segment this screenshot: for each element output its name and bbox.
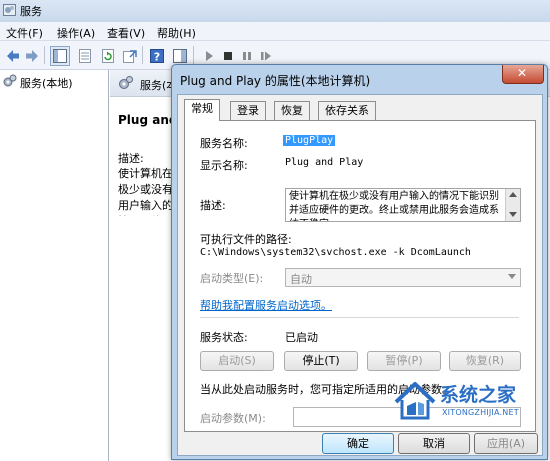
menu-action[interactable]: 操作(A) xyxy=(57,25,95,41)
description-label: 描述: xyxy=(200,199,226,212)
exe-path-label: 可执行文件的路径: xyxy=(200,233,292,246)
toolbar-separator xyxy=(193,46,194,64)
resume-button[interactable]: 恢复(R) xyxy=(449,351,521,371)
service-status-label: 服务状态: xyxy=(200,331,248,344)
services-gear-icon xyxy=(3,74,17,87)
description-text: 使计算机在极少或没有用户输入的情况下能识别并适应硬件的更改 xyxy=(118,167,173,216)
start-params-label: 启动参数(M): xyxy=(200,412,266,425)
toolbar-separator xyxy=(44,46,45,64)
title-bar: 服务 xyxy=(0,0,550,22)
exe-path-value[interactable]: C:\Windows\system32\svchost.exe -k DcomL… xyxy=(200,247,471,258)
back-button[interactable] xyxy=(3,46,23,66)
play-icon xyxy=(206,51,213,61)
watermark-name: 系统之家 xyxy=(440,384,517,406)
menu-file[interactable]: 文件(F) xyxy=(6,25,43,41)
list-icon xyxy=(79,49,91,63)
description-value: 使计算机在极少或没有用户输入的情况下能识别并适应硬件的更改。终止或禁用此服务会造… xyxy=(289,191,499,221)
action-pane-button[interactable] xyxy=(170,46,190,66)
house-logo-icon xyxy=(394,382,436,420)
tab-logon[interactable]: 登录 xyxy=(230,101,266,120)
dialog-close-button[interactable]: ✕ xyxy=(502,65,544,84)
tab-general[interactable]: 常规 xyxy=(184,99,220,121)
display-name-label: 显示名称: xyxy=(200,159,248,172)
cancel-button[interactable]: 取消 xyxy=(398,433,470,454)
startup-type-select[interactable]: 自动 xyxy=(285,268,521,287)
scroll-down-icon[interactable] xyxy=(509,212,517,217)
tab-recovery[interactable]: 恢复 xyxy=(274,101,310,120)
properties-sheet-button[interactable] xyxy=(75,46,95,66)
description-label: 描述: xyxy=(118,152,144,165)
stop-service-button[interactable] xyxy=(218,46,238,66)
dialog-title: Plug and Play 的属性(本地计算机) xyxy=(180,74,371,88)
divider xyxy=(200,317,519,318)
pause-service-button[interactable] xyxy=(237,46,257,66)
watermark: 系统之家 XITONGZHIJIA.NET xyxy=(390,378,550,428)
toolbar-separator xyxy=(142,46,143,64)
pause-button[interactable]: 暂停(P) xyxy=(367,351,441,371)
watermark-url: XITONGZHIJIA.NET xyxy=(442,408,519,417)
export-icon xyxy=(123,50,137,63)
apply-button[interactable]: 应用(A) xyxy=(474,433,538,454)
pause-icon xyxy=(243,52,251,60)
startup-type-value: 自动 xyxy=(290,273,312,286)
console-tree-icon xyxy=(53,49,67,63)
svg-text:?: ? xyxy=(154,51,160,64)
startup-type-label: 启动类型(E): xyxy=(200,272,264,285)
ok-button[interactable]: 确定 xyxy=(322,433,394,454)
service-name-label: 服务名称: xyxy=(200,137,248,150)
restart-icon xyxy=(261,51,271,61)
menu-bar: 文件(F) 操作(A) 查看(V) 帮助(H) xyxy=(0,22,550,41)
help-configure-startup-link[interactable]: 帮助我配置服务启动选项。 xyxy=(200,297,332,313)
help-button[interactable]: ? xyxy=(147,46,167,66)
display-name-value[interactable]: Plug and Play xyxy=(285,157,363,168)
close-icon: ✕ xyxy=(517,66,528,80)
stop-button[interactable]: 停止(T) xyxy=(284,351,358,371)
start-button[interactable]: 启动(S) xyxy=(200,351,274,371)
stop-icon xyxy=(224,52,232,60)
tree-item-services-local[interactable]: 服务(本地) xyxy=(20,75,73,91)
tab-dependencies[interactable]: 依存关系 xyxy=(318,101,376,120)
action-pane-icon xyxy=(173,49,187,63)
restart-service-button[interactable] xyxy=(256,46,276,66)
service-status-value: 已启动 xyxy=(285,331,318,344)
back-arrow-icon xyxy=(7,50,19,62)
menu-view[interactable]: 查看(V) xyxy=(107,25,145,41)
show-tree-button[interactable] xyxy=(50,46,70,66)
forward-arrow-icon xyxy=(26,50,38,62)
services-gear-icon xyxy=(119,76,133,89)
start-service-button[interactable] xyxy=(199,46,219,66)
service-name-value[interactable]: PlugPlay xyxy=(283,135,336,146)
chevron-down-icon xyxy=(508,274,516,279)
console-tree: 服务(本地) xyxy=(0,70,109,461)
forward-button[interactable] xyxy=(22,46,42,66)
refresh-button[interactable] xyxy=(98,46,118,66)
help-icon: ? xyxy=(150,49,164,64)
menu-help[interactable]: 帮助(H) xyxy=(157,25,196,41)
services-app-icon xyxy=(3,4,16,16)
app-title: 服务 xyxy=(20,5,42,18)
refresh-icon xyxy=(102,49,114,63)
description-scrollbar[interactable] xyxy=(505,189,520,221)
scroll-up-icon[interactable] xyxy=(509,192,517,197)
export-list-button[interactable] xyxy=(120,46,140,66)
description-box[interactable]: 使计算机在极少或没有用户输入的情况下能识别并适应硬件的更改。终止或禁用此服务会造… xyxy=(285,188,521,222)
selected-service-name: Plug and xyxy=(118,113,178,127)
